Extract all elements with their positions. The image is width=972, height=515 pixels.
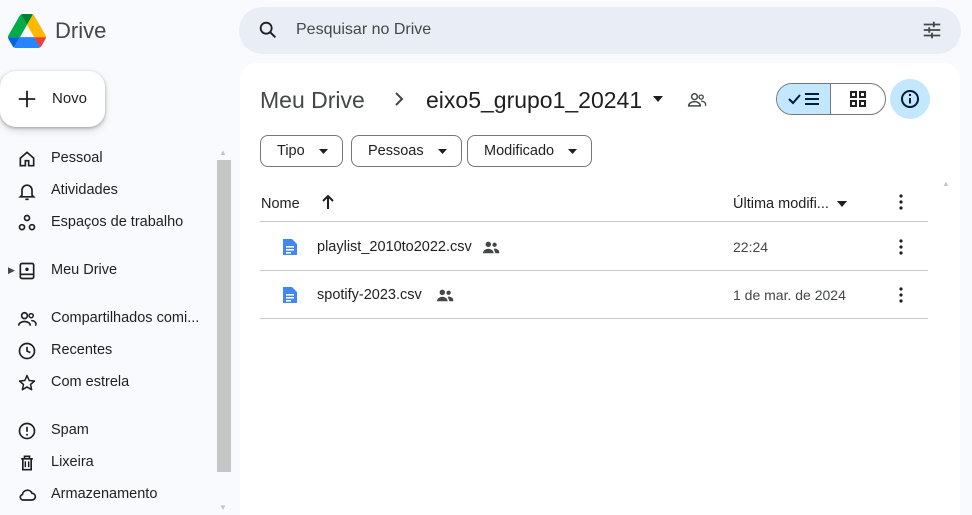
filter-people-label: Pessoas	[368, 143, 424, 159]
file-name: playlist_2010to2022.csv	[317, 239, 472, 255]
filter-type-label: Tipo	[277, 143, 305, 159]
app-title: Drive	[55, 18, 107, 43]
trash-icon	[21, 455, 33, 471]
info-icon	[901, 90, 919, 108]
sidebar-item-spam[interactable]: Spam	[0, 415, 215, 445]
sort-arrow-up-icon[interactable]	[320, 193, 336, 211]
grid-icon	[850, 91, 866, 107]
workspaces-icon	[18, 214, 36, 231]
sidebar-item-atividades[interactable]: Atividades	[0, 175, 215, 205]
shared-folder-icon	[687, 93, 707, 107]
sidebar-item-meu-drive[interactable]: ▶ Meu Drive	[0, 255, 215, 285]
sidebar-item-espacos[interactable]: Espaços de trabalho	[0, 207, 215, 237]
doc-file-icon	[283, 239, 297, 255]
shared-people-icon	[17, 311, 37, 327]
dropdown-arrow-icon	[318, 148, 328, 154]
main-scroll-up-icon[interactable]: ▲	[942, 179, 950, 188]
breadcrumb-current[interactable]: eixo5_grupo1_20241	[426, 87, 642, 114]
home-icon	[19, 151, 35, 167]
filter-modified-chip[interactable]: Modificado	[467, 135, 593, 167]
more-vert-icon[interactable]	[893, 285, 909, 305]
sidebar-scrollbar[interactable]	[217, 160, 231, 472]
sidebar-item-label: Espaços de trabalho	[51, 214, 184, 230]
list-view-button[interactable]	[777, 84, 832, 114]
sidebar-item-label: Meu Drive	[51, 262, 118, 278]
sidebar-item-armazenamento[interactable]: Armazenamento	[0, 479, 215, 509]
plus-icon	[18, 90, 36, 108]
shared-icon	[482, 241, 500, 254]
sidebar-item-label: Com estrela	[51, 374, 130, 390]
filter-modified-label: Modificado	[484, 143, 555, 159]
chevron-right-icon	[395, 92, 404, 106]
file-modified-date: 22:24	[733, 239, 769, 255]
table-row[interactable]: playlist_2010to2022.csv 22:24	[260, 223, 928, 271]
grid-view-button[interactable]	[831, 84, 885, 114]
filter-people-chip[interactable]: Pessoas	[351, 135, 462, 167]
file-name: spotify-2023.csv	[317, 287, 422, 303]
doc-file-icon	[283, 287, 297, 303]
details-button[interactable]	[890, 79, 930, 119]
sidebar-item-label: Spam	[51, 422, 89, 438]
table-row[interactable]: spotify-2023.csv 1 de mar. de 2024	[260, 271, 928, 319]
column-header-modified[interactable]: Última modifi...	[733, 196, 829, 212]
search-input[interactable]: Pesquisar no Drive	[296, 21, 431, 39]
sidebar-scroll-up-icon[interactable]: ▲	[219, 148, 227, 157]
dropdown-arrow-icon[interactable]	[653, 96, 663, 102]
star-icon	[18, 374, 36, 391]
sidebar-item-label: Compartilhados comi...	[51, 310, 200, 326]
drive-logo-icon	[8, 14, 46, 48]
search-bar[interactable]: Pesquisar no Drive	[239, 7, 961, 54]
sidebar-item-lixeira[interactable]: Lixeira	[0, 447, 215, 477]
shared-icon	[436, 289, 454, 302]
main-panel: Meu Drive eixo5_grupo1_20241 Tipo Pessoa…	[240, 63, 960, 515]
sidebar-item-label: Lixeira	[51, 454, 94, 470]
cloud-icon	[19, 489, 37, 501]
expand-caret-icon[interactable]: ▶	[8, 265, 15, 276]
more-vert-icon[interactable]	[893, 237, 909, 257]
sidebar-item-recentes[interactable]: Recentes	[0, 335, 215, 365]
file-modified-date: 1 de mar. de 2024	[733, 287, 846, 303]
sidebar-item-label: Armazenamento	[51, 486, 158, 502]
sidebar-item-label: Pessoal	[51, 150, 103, 166]
table-header: Nome Última modifi...	[260, 188, 928, 222]
spam-icon	[18, 422, 36, 440]
dropdown-arrow-icon[interactable]	[837, 201, 847, 207]
sidebar-item-compartilhados[interactable]: Compartilhados comi...	[0, 303, 215, 333]
my-drive-icon	[19, 262, 35, 280]
check-list-icon	[787, 93, 819, 105]
filter-type-chip[interactable]: Tipo	[260, 135, 343, 167]
dropdown-arrow-icon	[568, 148, 578, 154]
sidebar-scroll-down-icon[interactable]: ▼	[219, 503, 227, 512]
more-vert-icon[interactable]	[893, 193, 909, 211]
clock-icon	[18, 342, 36, 360]
sidebar-item-label: Atividades	[51, 182, 118, 198]
sidebar-item-label: Recentes	[51, 342, 113, 358]
sidebar-item-com-estrela[interactable]: Com estrela	[0, 367, 215, 397]
dropdown-arrow-icon	[437, 148, 447, 154]
breadcrumb-root[interactable]: Meu Drive	[260, 87, 365, 114]
new-button[interactable]: Novo	[0, 71, 105, 127]
search-icon[interactable]	[257, 19, 279, 41]
column-header-name[interactable]: Nome	[261, 196, 300, 212]
search-options-icon[interactable]	[921, 19, 943, 41]
new-button-label: Novo	[52, 90, 88, 107]
drive-logo[interactable]: Drive	[8, 12, 106, 50]
view-toggle	[776, 83, 886, 115]
sidebar-item-pessoal[interactable]: Pessoal	[0, 143, 215, 173]
bell-icon	[18, 184, 36, 201]
